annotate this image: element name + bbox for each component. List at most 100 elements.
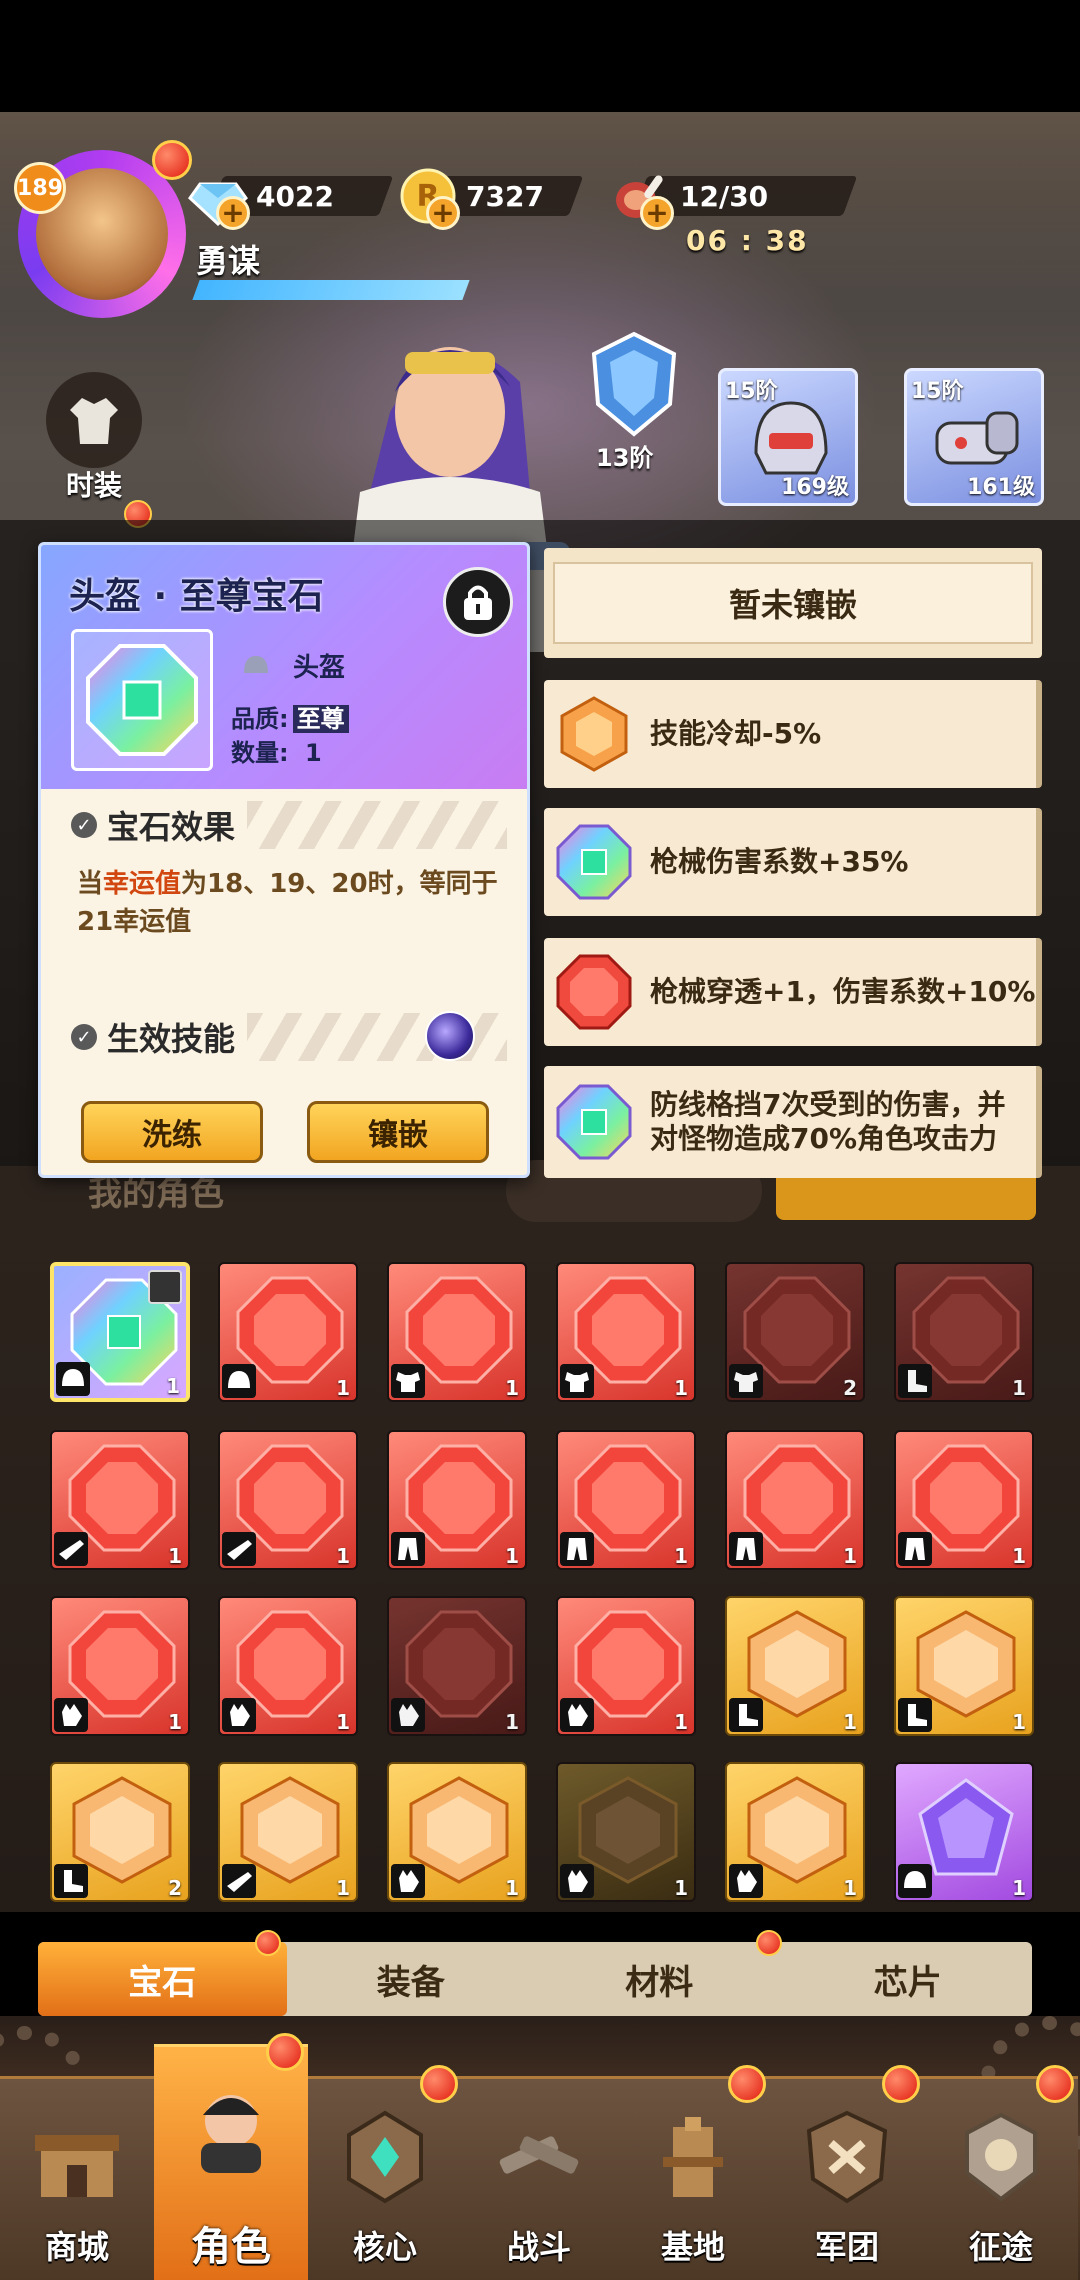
refine-button[interactable]: 洗练 [81,1101,263,1163]
battle-icon [499,2136,579,2174]
add-stamina-button[interactable]: + [640,196,674,230]
inlay-item[interactable]: 枪械穿透+1，伤害系数+10% [544,938,1042,1046]
resource-diamond[interactable]: + 4022 [186,166,394,230]
gem-inventory-item[interactable]: 1 [50,1430,190,1570]
character-icon [201,2095,261,2173]
inlay-item[interactable]: 枪械伤害系数+35% [544,808,1042,916]
base-icon [663,2117,723,2197]
inlay-item[interactable]: 技能冷却-5% [544,680,1042,788]
nav-item-legion[interactable]: 军团 [770,2065,924,2280]
nav-item-character[interactable]: 角色 [154,2033,308,2280]
journey-icon [965,2112,1037,2202]
gem-count-label: 1 [674,1544,688,1568]
rainbow-gem-icon [556,824,632,900]
gem-inventory-item[interactable]: 1 [387,1596,527,1736]
player-level-badge: 189 [14,162,66,214]
nav-label: 军团 [814,2228,879,2266]
gem-inventory-item[interactable]: 1 [894,1596,1034,1736]
gem-inventory-item[interactable]: 1 [894,1262,1034,1402]
nav-label: 征途 [968,2228,1033,2266]
inlay-item[interactable]: 防线格挡7次受到的伤害，并对怪物造成70%角色攻击力 [544,1066,1042,1178]
gem-slot-label: 头盔 [293,653,346,683]
tab-notification-dot [254,1930,281,1956]
equipment-slot-helmet[interactable]: 15阶 169级 [718,368,858,506]
gem-inventory-item[interactable]: 1 [50,1262,190,1402]
tab-chips[interactable]: 芯片 [784,1942,1033,2016]
add-diamond-button[interactable]: + [216,196,250,230]
skill-bullet-icon: ✓ [71,1024,97,1050]
gem-inventory-item[interactable]: 1 [556,1596,696,1736]
gem-inventory-item[interactable]: 1 [894,1430,1034,1570]
shield-tier-label: 13阶 [596,444,654,472]
gem-inventory-item[interactable]: 1 [218,1762,358,1902]
nav-item-journey[interactable]: 征途 [924,2065,1078,2280]
gem-count-label: 1 [674,1876,688,1900]
resource-gold[interactable]: R + 7327 [396,166,584,230]
resource-stamina[interactable]: + 12/30 [610,166,858,230]
gem-quality: 品质: 至尊 [231,699,349,734]
rainbow-gem-icon [556,1084,632,1160]
player-avatar[interactable]: 189 [8,140,192,340]
gem-count-label: 1 [674,1710,688,1734]
gold-count: 7327 [466,179,544,213]
gem-inventory-item[interactable]: 1 [50,1596,190,1736]
add-gold-button[interactable]: + [426,196,460,230]
armor-icon [560,1364,594,1398]
gem-inventory-item[interactable]: 1 [725,1430,865,1570]
gem-inventory-item[interactable]: 1 [556,1430,696,1570]
equipment-tier-label: 15阶 [911,379,964,404]
gem-inventory-item[interactable]: 2 [725,1262,865,1402]
shop-icon [35,2135,119,2197]
gem-detail-popup: 头盔 · 至尊宝石 头盔 品质: 至尊 数量: 1 ✓ 宝石效果 当幸运值为18… [38,542,530,1178]
gem-inventory-item[interactable]: 2 [50,1762,190,1902]
gem-inventory-item[interactable]: 1 [218,1430,358,1570]
legion-icon [806,2110,888,2204]
skill-icon[interactable] [425,1011,475,1061]
gem-inventory-item[interactable]: 1 [556,1762,696,1902]
not-inlaid-slot[interactable]: 暂未镶嵌 [544,548,1042,658]
glove-icon [560,1864,594,1898]
outfit-button[interactable]: 时装 [44,372,144,502]
boots-icon [898,1698,932,1732]
pants-icon [560,1532,594,1566]
experience-bar [192,280,470,300]
gem-inventory-item[interactable]: 1 [725,1762,865,1902]
equipment-slot-glove[interactable]: 15阶 161级 [904,368,1044,506]
lock-button[interactable] [443,567,513,637]
nav-notification-dot [420,2065,458,2103]
stamina-count: 12/30 [680,179,769,213]
gem-count-label: 2 [168,1876,182,1900]
nav-item-shop[interactable]: 商城 [0,2076,154,2280]
gem-count-label: 1 [505,1710,519,1734]
tab-notification-dot [755,1930,782,1956]
nav-item-base[interactable]: 基地 [616,2065,770,2280]
tab-materials[interactable]: 材料 [535,1930,784,2016]
nav-item-battle[interactable]: 战斗 [462,2076,616,2280]
status-bar [0,0,1080,112]
gem-inventory-item[interactable]: 1 [218,1596,358,1736]
gem-count-label: 1 [843,1876,857,1900]
tab-equipment[interactable]: 装备 [287,1942,536,2016]
lock-icon [464,585,492,620]
red-gem-icon [556,954,632,1030]
glove-icon [222,1698,256,1732]
gem-inventory-item[interactable]: 1 [556,1262,696,1402]
nav-notification-dot [1036,2065,1074,2103]
gem-effect-text: 当幸运值为18、19、20时，等同于21幸运值 [77,869,498,937]
gem-inventory-item[interactable]: 1 [218,1262,358,1402]
gem-inventory-item[interactable]: 1 [387,1430,527,1570]
tab-gems[interactable]: 宝石 [38,1930,287,2016]
gem-count-label: 1 [843,1544,857,1568]
gem-count-label: 1 [1012,1544,1026,1568]
gem-inventory-item[interactable]: 1 [894,1762,1034,1902]
inventory-tabs: 宝石 装备 材料 芯片 [38,1930,1033,2016]
gem-count-label: 1 [336,1876,350,1900]
gem-inventory-item[interactable]: 1 [387,1262,527,1402]
shield-tier-button[interactable]: 13阶 [584,330,684,472]
gem-inventory-item[interactable]: 1 [387,1762,527,1902]
gem-inventory-item[interactable]: 1 [725,1596,865,1736]
gem-count-label: 2 [843,1376,857,1400]
inlay-button[interactable]: 镶嵌 [307,1101,489,1163]
nav-item-core[interactable]: 核心 [308,2065,462,2280]
stamina-timer: 06 : 38 [686,224,809,257]
